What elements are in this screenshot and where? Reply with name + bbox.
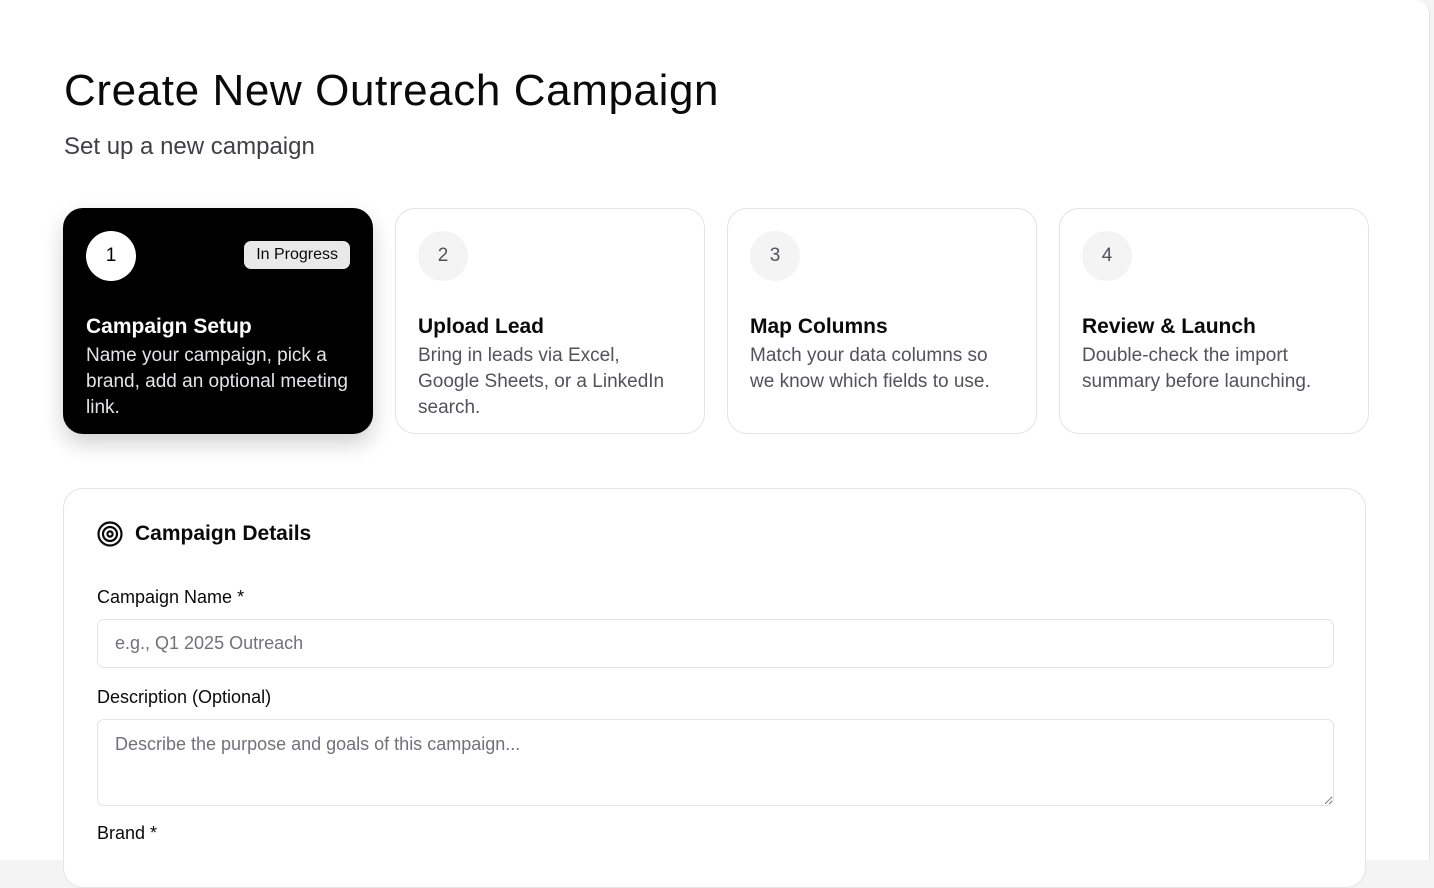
step-number: 2 bbox=[418, 231, 468, 281]
step-title: Upload Lead bbox=[418, 315, 545, 338]
description-textarea[interactable] bbox=[97, 719, 1334, 806]
step-title: Review & Launch bbox=[1082, 315, 1256, 338]
page-subtitle: Set up a new campaign bbox=[64, 133, 315, 160]
page-container: Create New Outreach Campaign Set up a ne… bbox=[0, 0, 1430, 888]
step-number: 4 bbox=[1082, 231, 1132, 281]
brand-label: Brand * bbox=[97, 823, 158, 843]
step-card-map-columns[interactable]: 3 Map Columns Match your data columns so… bbox=[727, 208, 1037, 434]
step-title: Campaign Setup bbox=[86, 315, 252, 338]
campaign-details-header: Campaign Details bbox=[97, 521, 311, 547]
campaign-name-input[interactable] bbox=[97, 619, 1334, 668]
step-card-upload-lead[interactable]: 2 Upload Lead Bring in leads via Excel, … bbox=[395, 208, 705, 434]
step-description: Bring in leads via Excel, Google Sheets,… bbox=[418, 345, 665, 418]
campaign-name-label: Campaign Name * bbox=[97, 587, 245, 607]
section-title: Campaign Details bbox=[135, 522, 312, 545]
step-description: Match your data columns so we know which… bbox=[750, 345, 990, 392]
step-card-review-launch[interactable]: 4 Review & Launch Double-check the impor… bbox=[1059, 208, 1369, 434]
campaign-details-card: Campaign Details Campaign Name * Descrip… bbox=[63, 488, 1366, 888]
step-title: Map Columns bbox=[750, 315, 888, 338]
target-icon bbox=[97, 521, 123, 547]
status-badge: In Progress bbox=[244, 241, 350, 269]
stepper: 1 In Progress Campaign Setup Name your c… bbox=[63, 208, 1369, 434]
page-title: Create New Outreach Campaign bbox=[64, 66, 720, 115]
step-description: Name your campaign, pick a brand, add an… bbox=[86, 345, 348, 418]
step-number: 3 bbox=[750, 231, 800, 281]
step-description: Double-check the import summary before l… bbox=[1082, 345, 1312, 392]
step-card-campaign-setup[interactable]: 1 In Progress Campaign Setup Name your c… bbox=[63, 208, 373, 434]
step-number: 1 bbox=[86, 231, 136, 281]
description-label: Description (Optional) bbox=[97, 687, 272, 707]
